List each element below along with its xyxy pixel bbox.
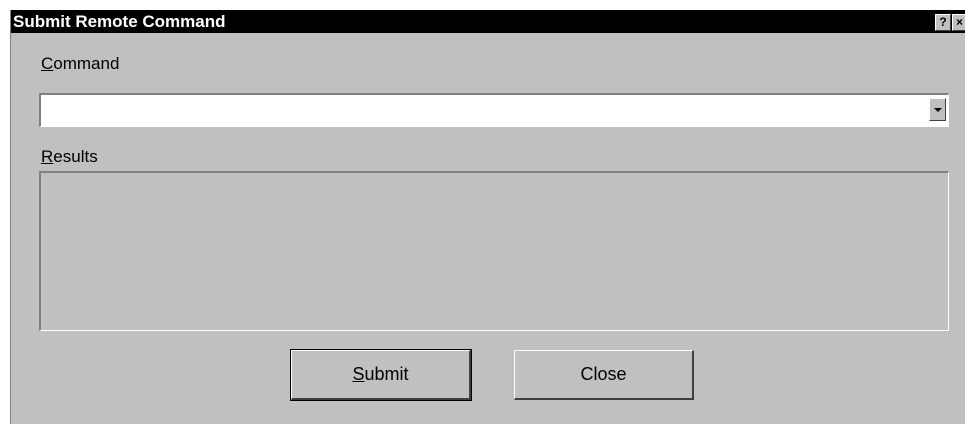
window-title: Submit Remote Command	[13, 12, 226, 31]
help-button[interactable]: ?	[935, 14, 951, 31]
title-bar: Submit Remote Command ? ×	[11, 10, 965, 33]
command-label: Command	[41, 54, 120, 73]
command-combobox[interactable]	[39, 93, 949, 127]
command-dropdown-button[interactable]	[929, 98, 946, 121]
results-label: Results	[41, 147, 98, 166]
close-window-button[interactable]: ×	[952, 14, 965, 31]
submit-button[interactable]: Submit	[290, 349, 472, 401]
results-box[interactable]	[39, 171, 949, 331]
submit-remote-command-dialog: Submit Remote Command ? × Command Result…	[10, 10, 965, 424]
close-button[interactable]: Close	[514, 350, 694, 400]
chevron-down-icon	[934, 108, 942, 112]
